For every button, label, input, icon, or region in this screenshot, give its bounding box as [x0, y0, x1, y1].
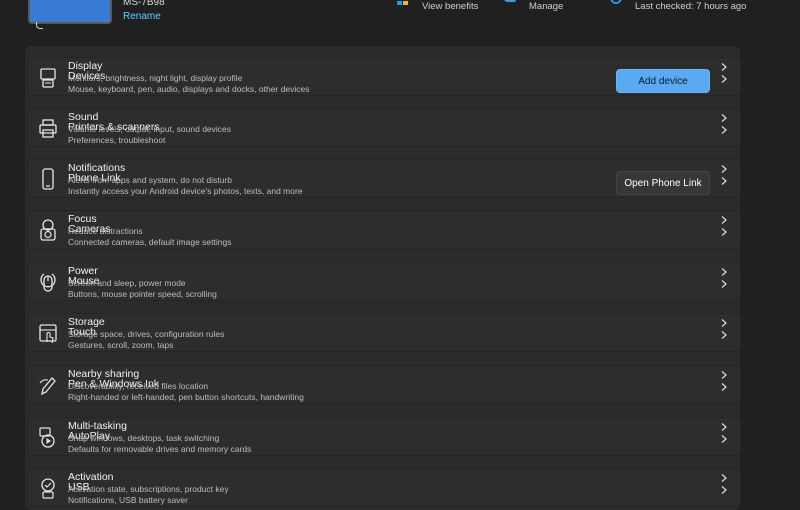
chevron-right-icon	[721, 474, 727, 482]
settings-row-printers[interactable]: Sound Printers & scanners Volume levels,…	[27, 108, 741, 147]
onedrive-icon	[504, 0, 516, 2]
focus-camera-icon	[40, 219, 56, 241]
row-subtitle: Defaults for removable drives and memory…	[68, 444, 252, 454]
chevron-right-icon	[721, 280, 727, 288]
windows-update-icon	[610, 0, 622, 5]
chevron-right-icon	[721, 126, 727, 134]
row-subtitle: Gestures, scroll, zoom, taps	[68, 340, 174, 350]
chevron-right-icon	[721, 63, 727, 71]
settings-row-devices[interactable]: Display Devices Monitors, brightness, ni…	[27, 57, 741, 96]
display-devices-icon	[40, 68, 56, 88]
row-back-subtitle: Volume levels, output, input, sound devi…	[68, 124, 232, 134]
windows-logo-icon	[397, 1, 408, 5]
chevron-right-icon	[721, 75, 727, 83]
chevron-right-icon	[721, 216, 727, 224]
manage-link[interactable]: Manage	[529, 1, 563, 12]
row-back-subtitle: Alerts from apps and system, do not dist…	[68, 175, 232, 185]
sound-printer-icon	[39, 119, 57, 138]
row-subtitle: Connected cameras, default image setting…	[68, 237, 232, 247]
chevron-right-icon	[721, 165, 727, 173]
row-subtitle: Mouse, keyboard, pen, audio, displays an…	[68, 84, 310, 94]
row-subtitle: Preferences, troubleshoot	[68, 135, 166, 145]
settings-row-touch[interactable]: Storage Touch Storage space, drives, con…	[27, 313, 741, 352]
settings-row-mouse[interactable]: Power Mouse Screen and sleep, power mode…	[27, 262, 741, 301]
row-back-subtitle: Monitors, brightness, night light, displ…	[68, 73, 243, 83]
row-back-subtitle: Screen and sleep, power mode	[68, 278, 186, 288]
settings-row-pen[interactable]: Nearby sharing Pen & Windows Ink Discove…	[27, 365, 741, 404]
header-strip: MS-7B98 Rename View benefits Manage Last…	[0, 0, 800, 30]
notifications-phone-icon	[42, 168, 54, 190]
chevron-right-icon	[721, 371, 727, 379]
settings-row-usb[interactable]: Activation USB Activation state, subscri…	[27, 468, 741, 507]
settings-row-cameras[interactable]: Focus Cameras Reduce distractions Connec…	[27, 210, 741, 249]
storage-touch-icon	[39, 324, 57, 344]
row-back-subtitle: Discoverability, received files location	[68, 381, 209, 391]
row-back-subtitle: Reduce distractions	[68, 226, 143, 236]
chevron-right-icon	[721, 486, 727, 494]
share-pen-icon	[39, 377, 56, 396]
chevron-right-icon	[721, 383, 727, 391]
chevron-right-icon	[721, 114, 727, 122]
view-benefits-link[interactable]: View benefits	[422, 1, 478, 12]
pc-name: MS-7B98	[123, 0, 165, 8]
row-subtitle: Instantly access your Android device's p…	[68, 186, 303, 196]
chevron-right-icon	[721, 228, 727, 236]
multitask-autoplay-icon	[39, 427, 55, 448]
chevron-right-icon	[721, 435, 727, 443]
row-subtitle: Right-handed or left-handed, pen button …	[68, 392, 304, 402]
activation-usb-icon	[41, 478, 55, 499]
row-back-subtitle: Snap windows, desktops, task switching	[68, 433, 220, 443]
device-thumbnail-stand	[36, 22, 43, 29]
settings-row-autoplay[interactable]: Multi-tasking AutoPlay Snap windows, des…	[27, 417, 741, 456]
last-checked-status: Last checked: 7 hours ago	[635, 1, 747, 12]
add-device-button[interactable]: Add device	[616, 69, 710, 93]
row-subtitle: Notifications, USB battery saver	[68, 495, 188, 505]
chevron-right-icon	[721, 331, 727, 339]
row-subtitle: Buttons, mouse pointer speed, scrolling	[68, 289, 217, 299]
chevron-right-icon	[721, 319, 727, 327]
row-back-subtitle: Activation state, subscriptions, product…	[68, 484, 229, 494]
row-back-subtitle: Storage space, drives, configuration rul…	[68, 329, 225, 339]
rename-link[interactable]: Rename	[123, 11, 161, 22]
device-thumbnail	[28, 0, 112, 24]
power-mouse-icon	[40, 273, 56, 292]
chevron-right-icon	[721, 177, 727, 185]
chevron-right-icon	[721, 423, 727, 431]
open-phone-link-button[interactable]: Open Phone Link	[616, 171, 710, 195]
chevron-right-icon	[721, 268, 727, 276]
settings-row-phone-link[interactable]: Notifications Phone Link Alerts from app…	[27, 159, 741, 198]
